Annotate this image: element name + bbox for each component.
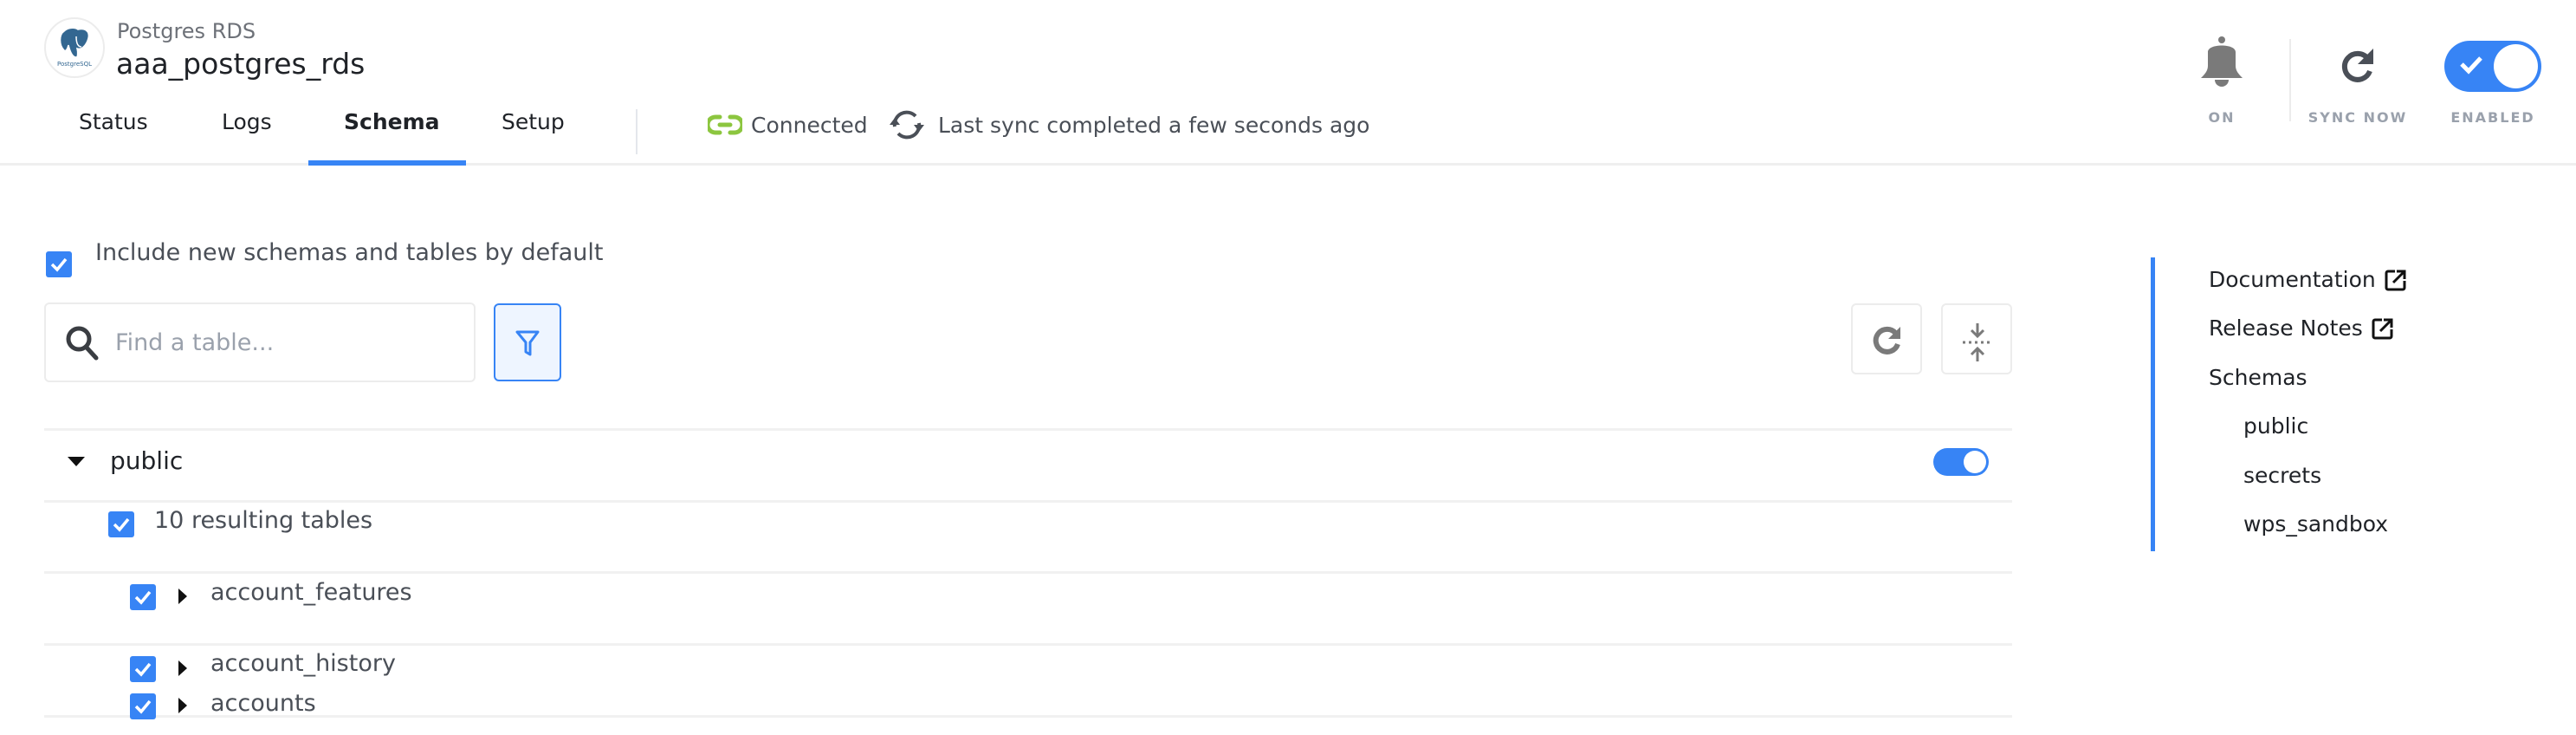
check-icon	[134, 662, 152, 677]
bell-icon	[2201, 36, 2243, 87]
collapse-icon	[1963, 323, 1992, 361]
notifications-label: ON	[2208, 109, 2236, 126]
connection-status-text: Connected	[751, 112, 868, 138]
table-checkbox[interactable]	[130, 584, 156, 610]
table-search	[44, 302, 476, 382]
active-tab-indicator	[308, 160, 466, 166]
release-notes-link-label: Release Notes	[2209, 315, 2363, 341]
elephant-icon	[59, 27, 90, 58]
row-divider	[44, 571, 2012, 574]
caret-right-icon	[178, 660, 187, 676]
nav-schema-public[interactable]: public	[2243, 413, 2308, 439]
connector-header: PostgreSQL Postgres RDS aaa_postgres_rds…	[0, 0, 2576, 166]
table-name: account_history	[210, 650, 396, 677]
header-actions-divider	[2289, 39, 2291, 121]
row-divider	[44, 643, 2012, 646]
connector-type: Postgres RDS	[117, 19, 256, 43]
documentation-link[interactable]: Documentation	[2209, 267, 2407, 292]
expand-schema-public-caret[interactable]	[68, 454, 85, 471]
connector-enabled-toggle[interactable]	[2444, 41, 2541, 92]
include-new-checkbox[interactable]	[46, 251, 72, 277]
filter-button[interactable]	[494, 303, 561, 381]
check-icon	[134, 699, 152, 714]
row-divider	[44, 715, 2012, 718]
tab-logs[interactable]: Logs	[222, 109, 272, 134]
table-checkbox[interactable]	[130, 656, 156, 682]
tab-setup[interactable]: Setup	[502, 109, 565, 134]
row-divider	[44, 500, 2012, 503]
search-icon	[66, 326, 99, 361]
refresh-icon	[1873, 326, 1900, 354]
sync-status: Last sync completed a few seconds ago	[888, 107, 1369, 142]
row-divider	[44, 428, 2012, 431]
tab-status[interactable]: Status	[79, 109, 148, 134]
tab-divider	[636, 109, 638, 154]
table-checkbox[interactable]	[130, 693, 156, 719]
enabled-label: ENABLED	[2450, 109, 2535, 126]
table-search-input[interactable]	[113, 320, 463, 365]
refresh-schema-button[interactable]	[1851, 303, 1922, 374]
expand-table-caret[interactable]	[178, 698, 187, 717]
logo-label: PostgreSQL	[57, 61, 92, 68]
check-icon	[134, 590, 152, 605]
connector-name: aaa_postgres_rds	[116, 47, 366, 81]
tab-schema[interactable]: Schema	[344, 109, 440, 134]
toggle-knob	[2494, 44, 2538, 88]
documentation-link-label: Documentation	[2209, 267, 2376, 292]
schemas-nav-heading[interactable]: Schemas	[2209, 365, 2307, 390]
select-all-tables-checkbox[interactable]	[108, 511, 134, 537]
postgres-logo: PostgreSQL	[44, 17, 105, 78]
nav-schema-wps-sandbox[interactable]: wps_sandbox	[2243, 511, 2388, 537]
link-icon	[708, 114, 742, 135]
table-name: account_features	[210, 579, 412, 606]
release-notes-link[interactable]: Release Notes	[2209, 315, 2394, 341]
caret-down-icon	[68, 457, 85, 466]
filter-icon	[515, 330, 540, 356]
resulting-tables-count: 10 resulting tables	[154, 507, 373, 534]
expand-table-caret[interactable]	[178, 589, 187, 608]
external-link-icon	[2385, 270, 2406, 290]
expand-table-caret[interactable]	[178, 660, 187, 680]
caret-right-icon	[178, 589, 187, 604]
sync-cycle-icon	[890, 110, 924, 140]
connection-status: Connected	[708, 107, 868, 142]
table-name: accounts	[210, 690, 316, 717]
sync-status-text: Last sync completed a few seconds ago	[938, 112, 1370, 138]
notifications-button[interactable]	[2170, 35, 2274, 92]
external-link-icon	[2372, 318, 2393, 339]
check-icon	[50, 257, 68, 272]
check-icon	[2460, 56, 2482, 75]
schema-public-toggle[interactable]	[1933, 448, 1989, 476]
schema-name: public	[110, 446, 184, 475]
collapse-all-button[interactable]	[1941, 303, 2012, 374]
sync-now-label: SYNC NOW	[2307, 109, 2408, 126]
right-nav-indicator	[2151, 257, 2155, 551]
include-new-label: Include new schemas and tables by defaul…	[95, 239, 604, 266]
sync-now-button[interactable]	[2306, 47, 2410, 85]
refresh-icon	[2341, 49, 2373, 82]
check-icon	[113, 517, 130, 532]
nav-schema-secrets[interactable]: secrets	[2243, 463, 2321, 488]
caret-right-icon	[178, 698, 187, 713]
toggle-knob	[1964, 451, 1986, 473]
